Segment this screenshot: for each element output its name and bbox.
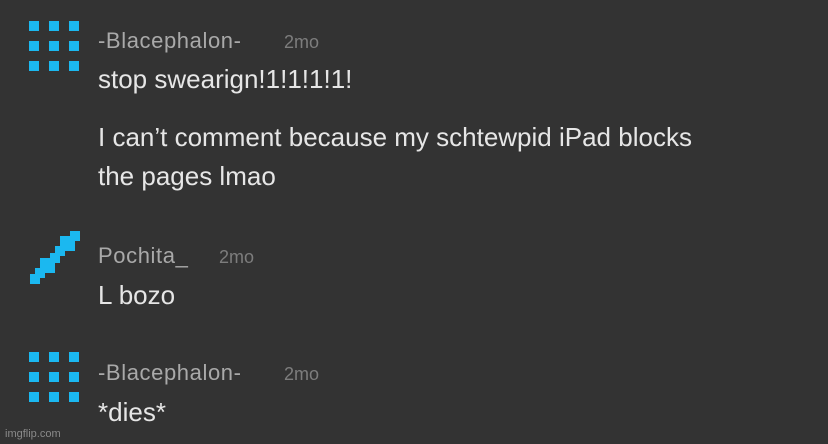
comment-text: I can’t comment because my schtewpid iPa… bbox=[98, 122, 692, 152]
comment-text: *dies* bbox=[98, 397, 166, 427]
comment-username[interactable]: Pochita_ bbox=[98, 243, 188, 269]
comment-username[interactable]: -Blacephalon- bbox=[98, 360, 242, 386]
comment-timestamp: 2mo bbox=[219, 247, 255, 267]
dot-grid-icon[interactable] bbox=[28, 351, 82, 405]
watermark: imgflip.com bbox=[5, 428, 61, 440]
comment-text: the pages lmao bbox=[98, 161, 276, 191]
pixel-diagonal-icon[interactable] bbox=[28, 231, 82, 285]
comment-username[interactable]: -Blacephalon- bbox=[98, 28, 242, 54]
comment-timestamp: 2mo bbox=[284, 364, 320, 384]
comment-timestamp: 2mo bbox=[284, 32, 320, 52]
dot-grid-icon[interactable] bbox=[28, 20, 82, 74]
comment-text: stop swearign!1!1!1!1! bbox=[98, 64, 353, 94]
comment-text: L bozo bbox=[98, 280, 176, 310]
